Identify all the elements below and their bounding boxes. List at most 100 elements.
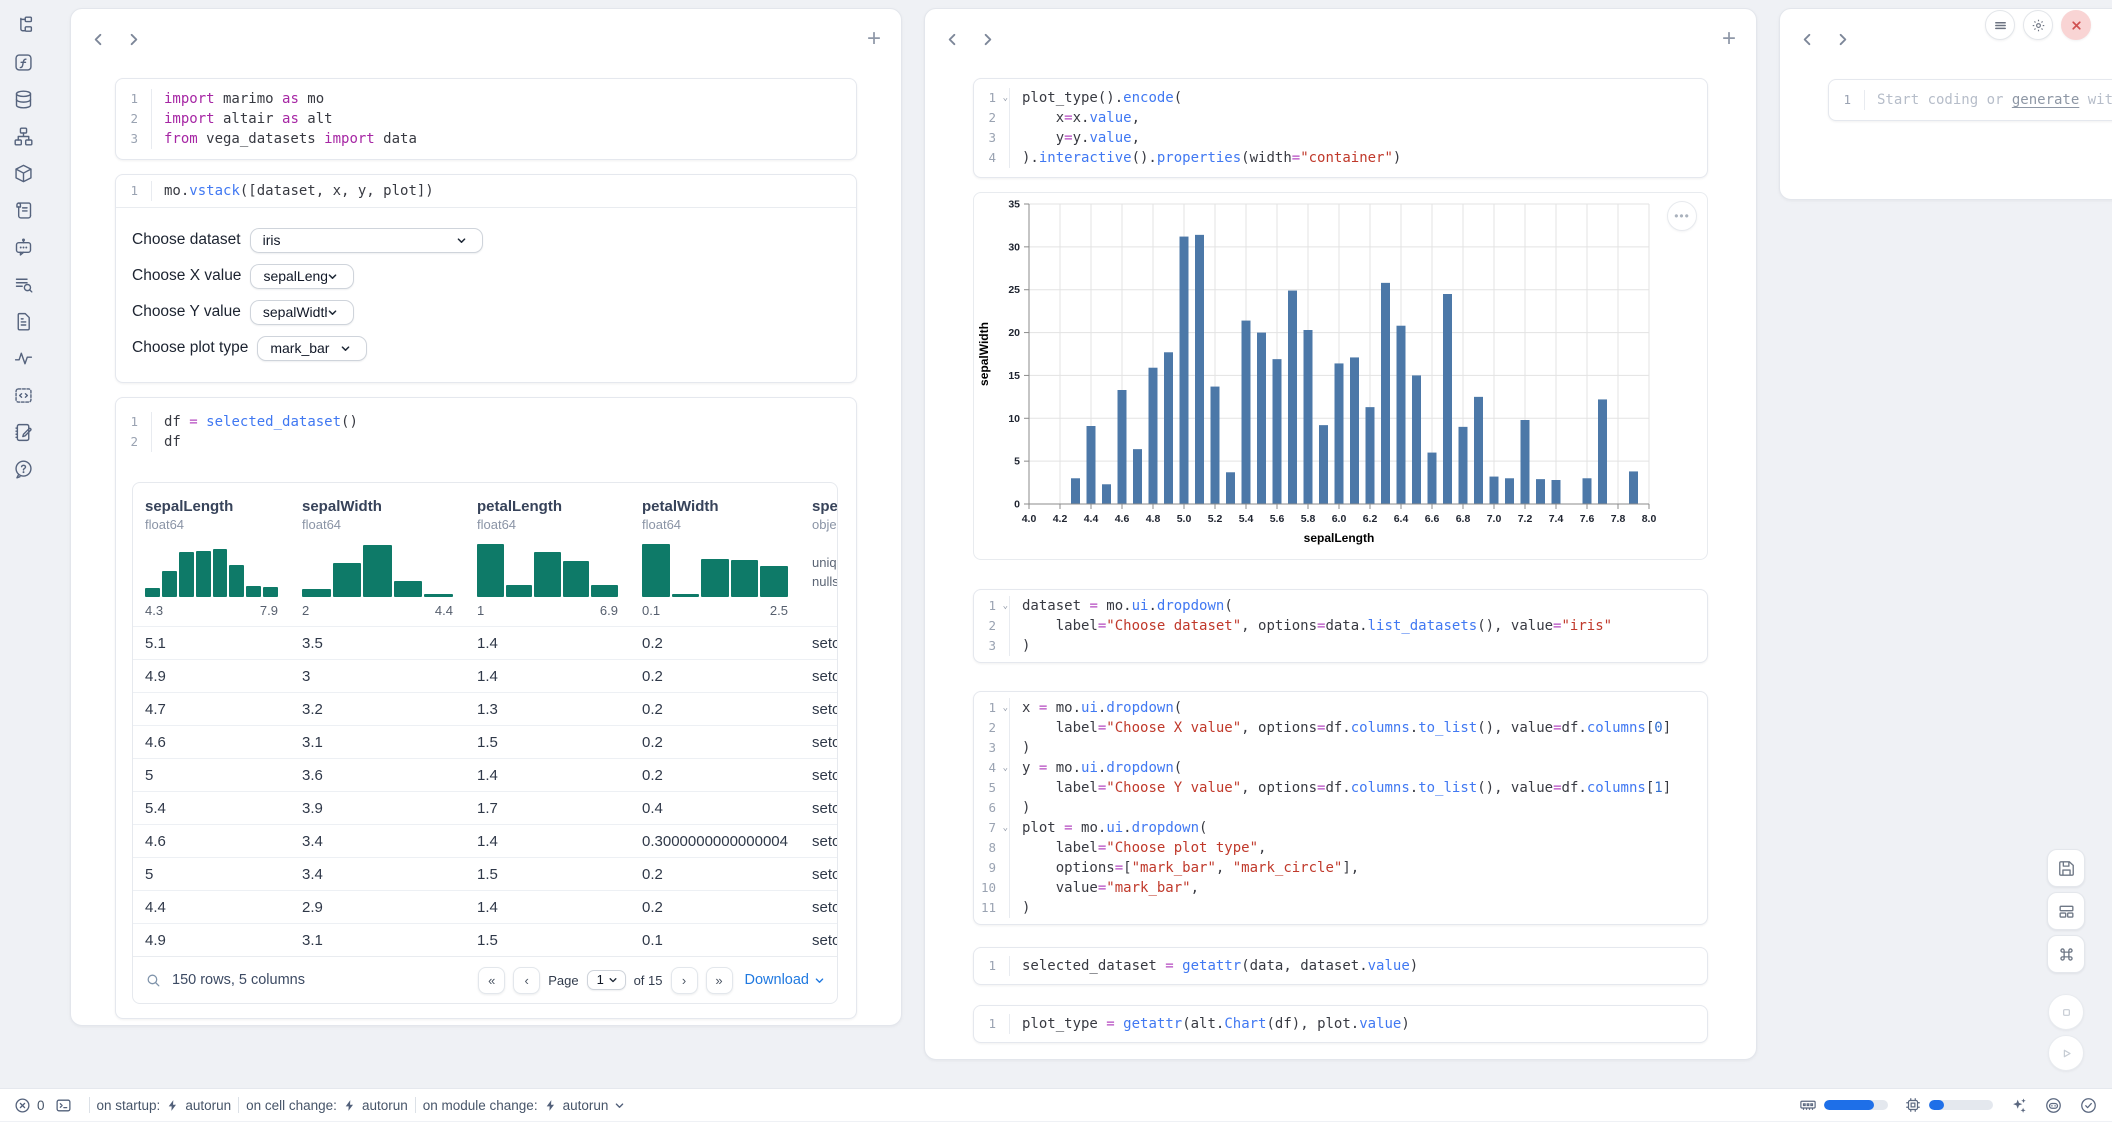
code-editor[interactable]: 1selected_dataset = getattr(data, datase… [974,948,1707,984]
previous-page-button[interactable]: ‹ [513,967,540,994]
cell-plot-code[interactable]: 1⌄plot_type().encode(2 x=x.value,3 y=y.v… [973,78,1708,178]
column-histogram[interactable] [145,541,278,597]
runtime-config-2[interactable]: on cell change:autorun [246,1098,408,1113]
column-forward-button[interactable] [980,32,995,47]
sidebar-document-button[interactable] [13,310,35,332]
search-icon[interactable] [145,972,162,989]
column-back-button[interactable] [945,32,960,47]
column-header-sepalLength[interactable]: sepalLengthfloat644.37.9 [133,483,290,626]
column-histogram[interactable] [302,541,453,597]
page-select[interactable]: 1 [587,970,626,990]
next-page-button[interactable]: › [671,967,698,994]
code-editor[interactable]: 1⌄dataset = mo.ui.dropdown(2 label="Choo… [974,590,1707,662]
dropdown-choose-plot-type[interactable]: mark_bar [257,336,367,361]
download-button[interactable]: Download [745,972,826,988]
code-editor[interactable]: 1import marimo as mo2import altair as al… [116,79,856,159]
column-dtype: float64 [477,517,618,533]
generate-link[interactable]: generate [2012,92,2079,108]
error-counter[interactable]: 0 [14,1097,45,1114]
dataframe-table[interactable]: sepalLengthfloat644.37.9sepalWidthfloat6… [132,482,838,1004]
code-editor[interactable]: 1df = selected_dataset()2df [116,398,856,466]
sidebar-package-button[interactable] [13,162,35,184]
sidebar-scratchpad-button[interactable] [13,421,35,443]
keyboard-shortcuts-button[interactable] [2047,935,2085,973]
sidebar-activity-button[interactable] [13,347,35,369]
stop-button[interactable] [2048,994,2084,1030]
control-row: Choose plot typemark_bar [132,334,840,362]
settings-button[interactable] [2023,10,2053,40]
column-forward-button[interactable] [1835,32,1850,47]
first-page-button[interactable]: « [478,967,505,994]
table-row[interactable]: 4.42.91.40.2setosa [133,890,838,923]
sidebar-dependency-graph-button[interactable] [13,125,35,147]
column-header-species[interactable]: speciesobjectunique:nulls: [800,483,838,626]
column-histogram[interactable] [642,541,788,597]
code-editor[interactable]: 1plot_type = getattr(alt.Chart(df), plot… [974,1006,1707,1042]
code-editor[interactable]: 1 Start coding or generate with [1829,80,2112,120]
sidebar-snippet-button[interactable] [13,384,35,406]
dropdown-choose-y-value[interactable]: sepalWidth [250,300,354,325]
column-header-petalLength[interactable]: petalLengthfloat6416.9 [465,483,630,626]
add-cell-button[interactable]: + [1722,30,1736,48]
cell-imports[interactable]: 1import marimo as mo2import altair as al… [115,78,857,160]
line-number: 1⌄ [974,88,1010,108]
layout-button[interactable] [2047,892,2085,930]
code-line-text: plot_type = getattr(alt.Chart(df), plot.… [1010,1014,1410,1034]
table-row[interactable]: 53.61.40.2setosa [133,758,838,791]
sidebar-function-button[interactable] [13,51,35,73]
code-editor[interactable]: 1mo.vstack([dataset, x, y, plot]) [116,175,856,207]
sidebar-file-tree-button[interactable] [13,14,35,36]
runtime-config-3[interactable]: on module change:autorun [423,1098,626,1113]
save-button[interactable] [2047,849,2085,887]
sidebar-help-button[interactable] [13,458,35,480]
cell-dataset-dropdown[interactable]: 1⌄dataset = mo.ui.dropdown(2 label="Choo… [973,589,1708,663]
table-row[interactable]: 5.43.91.70.4setosa [133,791,838,824]
table-row[interactable]: 4.63.11.50.2setosa [133,725,838,758]
fold-chevron-icon[interactable]: ⌄ [1003,88,1008,108]
cell-vstack[interactable]: 1mo.vstack([dataset, x, y, plot]) Choose… [115,174,857,383]
menu-button[interactable] [1985,10,2015,40]
sidebar-script-button[interactable] [13,199,35,221]
ai-assistant-button[interactable] [2009,1096,2028,1115]
code-editor[interactable]: 1⌄x = mo.ui.dropdown(2 label="Choose X v… [974,692,1707,924]
dropdown-choose-x-value[interactable]: sepalLength [250,264,354,289]
cell-plot-type[interactable]: 1plot_type = getattr(alt.Chart(df), plot… [973,1005,1708,1043]
runtime-config-1[interactable]: on startup:autorun [97,1098,232,1113]
cell-xyplot-dropdowns[interactable]: 1⌄x = mo.ui.dropdown(2 label="Choose X v… [973,691,1708,925]
chart-actions-button[interactable]: ••• [1667,201,1697,231]
fold-chevron-icon[interactable]: ⌄ [1003,596,1008,616]
column-back-button[interactable] [1800,32,1815,47]
last-page-button[interactable]: » [706,967,733,994]
sidebar-database-button[interactable] [13,88,35,110]
close-button[interactable] [2061,10,2091,40]
table-cell: 0.2 [630,692,800,725]
cell-selected-dataset[interactable]: 1selected_dataset = getattr(data, datase… [973,947,1708,985]
sidebar-logs-search-button[interactable] [13,273,35,295]
table-row[interactable]: 5.13.51.40.2setosa [133,626,838,659]
copilot-button[interactable] [2044,1096,2063,1115]
table-row[interactable]: 53.41.50.2setosa [133,857,838,890]
altair-bar-chart[interactable]: 4.04.24.44.64.85.05.25.45.65.86.06.26.46… [974,193,1704,553]
cell-empty[interactable]: 1 Start coding or generate with [1828,79,2112,121]
dropdown-choose-dataset[interactable]: iris [250,228,483,253]
editor-placeholder[interactable]: Start coding or generate with [1865,90,2112,110]
table-row[interactable]: 4.931.40.2setosa [133,659,838,692]
column-forward-button[interactable] [126,32,141,47]
column-back-button[interactable] [91,32,106,47]
code-editor[interactable]: 1⌄plot_type().encode(2 x=x.value,3 y=y.v… [974,79,1707,177]
column-header-petalWidth[interactable]: petalWidthfloat640.12.5 [630,483,800,626]
fold-chevron-icon[interactable]: ⌄ [1003,758,1008,778]
fold-chevron-icon[interactable]: ⌄ [1003,698,1008,718]
fold-chevron-icon[interactable]: ⌄ [1003,818,1008,838]
add-cell-button[interactable]: + [867,30,881,48]
sidebar-chat-button[interactable] [13,236,35,258]
connection-status-button[interactable] [2079,1096,2098,1115]
table-row[interactable]: 4.93.11.50.1setosa [133,923,838,956]
terminal-button[interactable] [55,1097,72,1114]
table-row[interactable]: 4.63.41.40.3000000000000004setosa [133,824,838,857]
column-header-sepalWidth[interactable]: sepalWidthfloat6424.4 [290,483,465,626]
table-row[interactable]: 4.73.21.30.2setosa [133,692,838,725]
column-histogram[interactable] [477,541,618,597]
cell-dataframe[interactable]: 1df = selected_dataset()2df sepalLengthf… [115,397,857,1019]
run-button[interactable] [2048,1035,2084,1071]
